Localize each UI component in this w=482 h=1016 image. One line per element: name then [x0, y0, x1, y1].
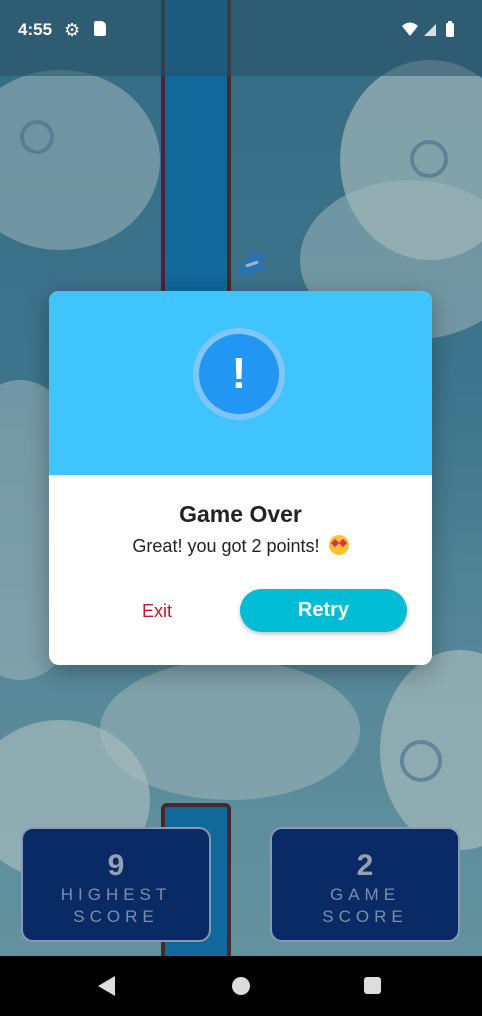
- gear-icon: ⚙: [64, 20, 81, 40]
- exit-button[interactable]: Exit: [119, 596, 195, 626]
- game-score-card: 2 GAME SCORE: [270, 827, 460, 942]
- recents-icon[interactable]: [364, 977, 381, 994]
- dialog-title: Game Over: [179, 501, 302, 527]
- game-over-dialog: ! Game Over Great! you got 2 points! Exi…: [49, 291, 432, 665]
- navigation-bar: [0, 956, 482, 1016]
- signal-icon: [424, 24, 436, 36]
- status-bar: 4:55 ⚙: [0, 0, 482, 76]
- highest-score-label-1: HIGHEST: [60, 885, 172, 904]
- star-struck-emoji-icon: [328, 535, 349, 555]
- game-score-value: 2: [356, 849, 374, 882]
- dialog-header: !: [49, 291, 432, 475]
- highest-score-label-2: SCORE: [73, 907, 159, 926]
- highest-score-value: 9: [107, 849, 125, 882]
- back-icon[interactable]: [98, 976, 115, 996]
- game-score-label-2: SCORE: [322, 907, 408, 926]
- dialog-message: Great! you got 2 points!: [49, 535, 432, 557]
- home-icon[interactable]: [232, 977, 250, 995]
- game-score-label-1: GAME: [329, 885, 401, 904]
- status-right-icons: [400, 20, 460, 45]
- dialog-message-text: Great! you got 2 points!: [132, 536, 320, 556]
- exclamation-icon: !: [193, 328, 285, 420]
- highest-score-card: 9 HIGHEST SCORE: [21, 827, 211, 942]
- sd-card-icon: [94, 21, 106, 36]
- battery-icon: [446, 21, 454, 37]
- retry-button[interactable]: Retry: [240, 589, 407, 632]
- status-time: 4:55: [18, 20, 53, 39]
- wifi-icon: [402, 22, 418, 36]
